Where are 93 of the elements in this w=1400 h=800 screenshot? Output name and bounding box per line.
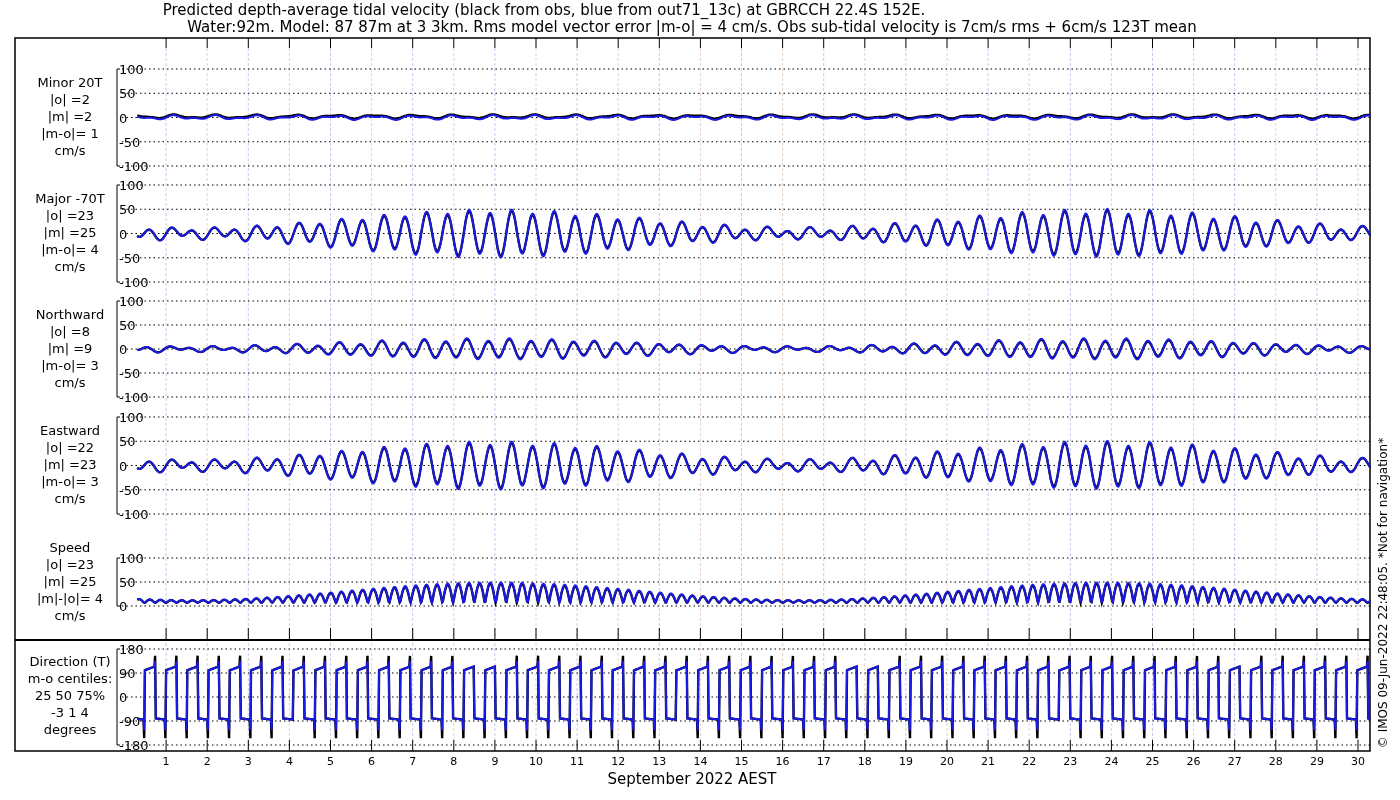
day-tick-label: 26 (1186, 755, 1201, 768)
y-tick-label: 100 (119, 551, 144, 566)
panel-label: cm/s (54, 143, 86, 158)
panel-label: |m-o|= 3 (41, 474, 99, 489)
y-tick-label: 0 (119, 458, 128, 474)
day-tick-label: 27 (1227, 755, 1242, 768)
day-tick-label: 10 (529, 755, 543, 768)
panel-label: |m-o|= 3 (41, 358, 99, 373)
y-tick-label: 100 (119, 62, 144, 77)
panel-label: |m| =9 (47, 341, 93, 356)
day-tick-label: 17 (816, 755, 831, 768)
panel-label: cm/s (54, 491, 86, 506)
credit-note: © IMOS 09-Jun-2022 22:48:05. *Not for navigation* (1376, 437, 1390, 749)
panel-label: |m| =2 (47, 109, 93, 124)
day-tick-label: 28 (1268, 755, 1283, 768)
day-tick-label: 1 (162, 755, 170, 768)
panel-label: Eastward (40, 423, 100, 438)
chart-subtitle: Water:92m. Model: 87 87m at 3 3km. Rms model vector error |m-o| = 4 cm/s. Obs sub-tidal velocity is 7cm/s rms + 6cm/s 123T mean (187, 18, 1197, 36)
day-tick-label: 2 (203, 755, 211, 768)
y-tick-label: -50 (119, 366, 141, 381)
day-tick-label: 4 (285, 755, 293, 768)
panel-label: cm/s (54, 259, 86, 274)
y-tick-label: -100 (119, 159, 149, 174)
y-tick-label: 90 (119, 666, 136, 681)
day-tick-label: 5 (327, 755, 334, 768)
day-tick-label: 13 (652, 755, 667, 768)
day-tick-label: 3 (244, 755, 252, 768)
day-tick-label: 15 (734, 755, 749, 768)
day-tick-label: 25 (1145, 755, 1160, 768)
panel-label: Minor 20T (37, 75, 103, 90)
day-tick-label: 20 (940, 755, 954, 768)
y-tick-label: 100 (119, 178, 144, 193)
day-tick-label: 19 (898, 755, 913, 768)
y-tick-label: -50 (119, 250, 141, 266)
day-tick-label: 24 (1104, 755, 1119, 768)
panel-label: |m-o|= 1 (41, 126, 99, 141)
panel-label: |o| =23 (45, 557, 95, 572)
day-tick-label: 23 (1063, 755, 1078, 768)
chart-title: Predicted depth-average tidal velocity (black from obs, blue from out71_13c) at GBRCCH 22.4S 152E. (162, 1, 926, 19)
panel-label: Direction (T) (29, 654, 111, 669)
panel-label: Speed (49, 540, 91, 555)
y-tick-label: 0 (119, 690, 128, 705)
panel-label: |m| =25 (43, 225, 97, 240)
y-tick-label: 100 (119, 294, 144, 309)
panel-label: |o| =2 (50, 92, 90, 107)
y-tick-label: 50 (119, 575, 136, 590)
y-tick-label: -100 (119, 390, 149, 405)
y-tick-label: 50 (119, 434, 136, 450)
day-tick-label: 8 (450, 755, 458, 768)
day-tick-label: 16 (775, 755, 790, 768)
panel-label: |m-o|= 4 (41, 242, 99, 257)
panel-label: |m| =25 (43, 574, 97, 589)
y-tick-label: 100 (119, 410, 144, 425)
y-tick-label: -50 (119, 134, 141, 150)
y-tick-label: -100 (119, 275, 149, 290)
day-tick-label: 12 (611, 755, 626, 768)
day-tick-label: 21 (981, 755, 996, 768)
y-tick-label: 0 (119, 226, 128, 242)
panel-label: |o| =23 (45, 208, 95, 223)
y-tick-label: -180 (119, 738, 149, 753)
day-tick-label: 11 (570, 755, 585, 768)
panel-label: |o| =8 (50, 324, 90, 339)
y-axis-line (116, 557, 121, 607)
y-tick-label: 50 (119, 202, 136, 218)
panel-label: |o| =22 (45, 440, 95, 455)
y-tick-label: 50 (119, 318, 136, 333)
panel-label: -3 1 4 (51, 705, 89, 720)
panel-label: m-o centiles: (27, 671, 113, 686)
day-tick-label: 22 (1022, 755, 1037, 768)
day-tick-label: 30 (1351, 755, 1365, 768)
y-tick-label: 0 (119, 342, 128, 357)
y-tick-label: 0 (119, 599, 128, 614)
y-tick-label: -100 (119, 507, 149, 522)
panel-label: cm/s (54, 375, 86, 390)
y-tick-label: 180 (119, 642, 144, 657)
panel-label: |m| =23 (43, 457, 97, 472)
panel-label: Major -70T (35, 191, 105, 206)
panel-label: degrees (43, 722, 97, 737)
panel-label: 25 50 75% (34, 688, 106, 703)
day-tick-label: 14 (693, 755, 708, 768)
day-tick-label: 7 (409, 755, 417, 768)
panel-label: |m|-|o|= 4 (36, 591, 104, 606)
panel-label: Northward (35, 307, 105, 322)
day-tick-label: 9 (491, 755, 499, 768)
y-tick-label: 0 (119, 110, 128, 126)
day-tick-label: 18 (857, 755, 872, 768)
day-tick-label: 29 (1309, 755, 1324, 768)
y-tick-label: 50 (119, 86, 136, 102)
day-tick-label: 6 (368, 755, 376, 768)
x-axis-label: September 2022 AEST (607, 770, 777, 788)
panel-label: cm/s (54, 608, 86, 623)
y-tick-label: -90 (119, 714, 141, 729)
y-tick-label: -50 (119, 482, 141, 498)
